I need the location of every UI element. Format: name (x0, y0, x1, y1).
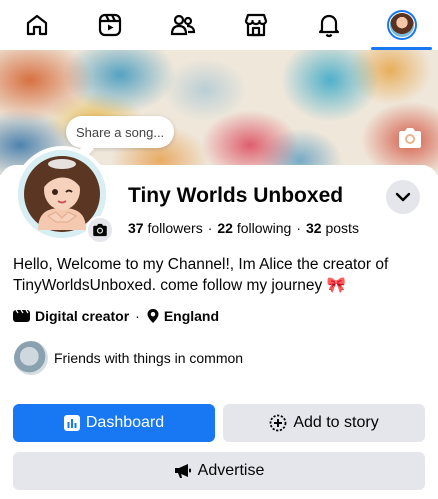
edit-profile-picture-button[interactable] (86, 216, 114, 244)
add-to-story-button[interactable]: Add to story (223, 404, 425, 442)
add-story-icon (269, 414, 287, 432)
stat-separator: · (296, 220, 302, 236)
nav-profile[interactable] (365, 0, 438, 50)
followers-count: 37 (128, 220, 144, 236)
friends-in-common-label: Friends with things in common (54, 350, 244, 366)
detail-separator: · (135, 308, 140, 324)
following-count: 22 (217, 220, 233, 236)
share-song-label: Share a song... (76, 124, 165, 140)
posts-label: posts (325, 220, 359, 236)
profile-name: Tiny Worlds Unboxed (128, 184, 344, 207)
dashboard-label: Dashboard (85, 414, 165, 431)
bell-icon (318, 14, 339, 38)
nav-home[interactable] (0, 0, 73, 50)
store-icon (244, 13, 267, 37)
video-camera-icon (13, 309, 31, 323)
share-song-bubble[interactable]: Share a song... (66, 116, 175, 148)
nav-video[interactable] (73, 0, 146, 50)
profile-menu-button[interactable] (386, 180, 420, 214)
stat-separator: · (207, 220, 213, 236)
advertise-label: Advertise (197, 462, 265, 479)
video-icon (98, 13, 121, 37)
posts-count: 32 (306, 220, 322, 236)
followers-stat[interactable]: 37 followers (128, 220, 203, 236)
chevron-down-icon (395, 192, 411, 202)
friends-in-common[interactable]: Friends with things in common (14, 341, 243, 375)
bar-chart-icon (63, 415, 80, 431)
following-label: following (236, 220, 292, 236)
profile-bio: Hello, Welcome to my Channel!, Im Alice … (13, 256, 389, 294)
camera-icon (399, 128, 421, 148)
advertise-button[interactable]: Advertise (13, 452, 425, 490)
dashboard-button[interactable]: Dashboard (13, 404, 215, 442)
posts-stat[interactable]: 32 posts (306, 220, 359, 236)
edit-cover-button[interactable] (394, 124, 426, 152)
following-stat[interactable]: 22 following (217, 220, 291, 236)
profile-location: England (163, 308, 220, 324)
add-to-story-label: Add to story (293, 414, 379, 431)
nav-marketplace[interactable] (219, 0, 292, 50)
megaphone-icon (174, 463, 192, 479)
camera-icon (93, 223, 107, 237)
friend-avatar (14, 341, 48, 375)
followers-label: followers (147, 220, 203, 236)
location-pin-icon (146, 308, 160, 324)
profile-details: Digital creator · England (13, 308, 219, 324)
top-nav (0, 0, 438, 50)
nav-friends[interactable] (146, 0, 219, 50)
friends-icon (170, 14, 195, 36)
nav-notifications[interactable] (292, 0, 365, 50)
profile-avatar (386, 10, 417, 40)
home-icon (26, 14, 47, 36)
profile-category: Digital creator (35, 308, 130, 324)
profile-stats: 37 followers · 22 following · 32 posts (128, 220, 359, 236)
